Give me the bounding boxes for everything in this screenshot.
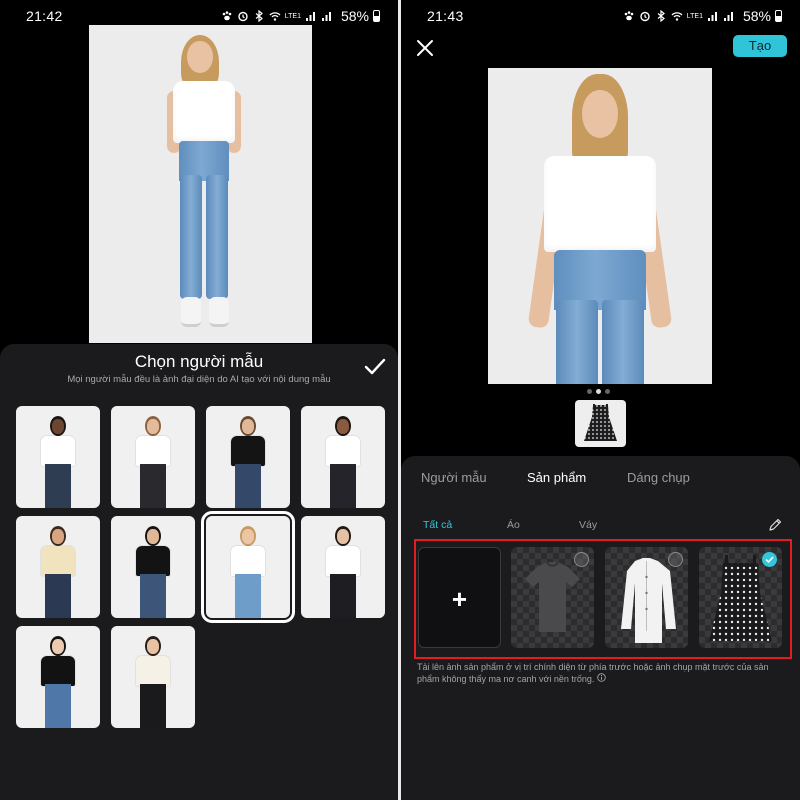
select-radio[interactable]	[574, 552, 589, 567]
tab-models[interactable]: Người mẫu	[421, 470, 487, 485]
tab-products[interactable]: Sản phẩm	[527, 470, 586, 485]
model-option-4[interactable]	[301, 406, 385, 508]
product-panel: Người mẫu Sản phẩm Dáng chụp Tất cả Áo V…	[401, 456, 800, 800]
close-icon[interactable]	[415, 38, 435, 58]
model-option-8[interactable]	[301, 516, 385, 618]
battery-percent: 58%	[742, 8, 771, 24]
signal-icon-2	[321, 12, 331, 21]
model-option-10[interactable]	[111, 626, 195, 728]
alarm-icon	[238, 11, 248, 22]
edit-icon[interactable]	[768, 518, 782, 532]
battery-percent: 58%	[340, 8, 369, 24]
status-icons: LTE1 58%	[221, 8, 380, 24]
model-picker-sheet: Chọn người mẫu Mọi người mẫu đều là ảnh …	[0, 344, 398, 800]
filter-bar: Tất cả Áo Váy	[401, 519, 800, 535]
model-option-2[interactable]	[111, 406, 195, 508]
carousel-dots	[587, 389, 610, 394]
selected-check-icon[interactable]	[762, 552, 777, 567]
paw-icon	[222, 11, 232, 21]
model-preview-image	[89, 25, 312, 343]
carousel-dot[interactable]	[596, 389, 601, 394]
status-time: 21:42	[26, 8, 63, 24]
battery-icon	[373, 10, 380, 22]
model-option-1[interactable]	[16, 406, 100, 508]
sheet-subtitle: Mọi người mẫu đều là ảnh đại diện do AI …	[67, 374, 331, 385]
wifi-icon	[269, 12, 281, 21]
result-preview-image	[488, 68, 712, 384]
model-option-5[interactable]	[16, 516, 100, 618]
plus-icon: +	[451, 584, 468, 614]
left-screen: 21:42 LTE1 58% Chọn người mẫu Mọi người …	[0, 0, 398, 800]
sheet-title: Chọn người mẫu	[134, 352, 264, 371]
battery-icon	[775, 10, 782, 22]
add-product-button[interactable]: +	[418, 547, 501, 648]
status-icons: LTE1 58%	[623, 8, 782, 24]
network-label: LTE1	[284, 12, 301, 20]
wifi-icon	[671, 12, 683, 21]
product-polka-dot-dress[interactable]	[699, 547, 782, 648]
right-screen: 21:43 LTE1 58% Tạo Người mẫu Sản phẩm Dá…	[401, 0, 800, 800]
paw-icon	[624, 11, 634, 21]
filter-dresses[interactable]: Váy	[579, 519, 597, 531]
upload-hint: Tải lên ảnh sản phẩm ở vị trí chính diện…	[417, 661, 789, 685]
tab-bar: Người mẫu Sản phẩm Dáng chụp	[401, 470, 800, 490]
network-label: LTE1	[686, 12, 703, 20]
bluetooth-icon	[657, 10, 665, 22]
info-icon[interactable]	[597, 673, 606, 682]
filter-tops[interactable]: Áo	[507, 519, 520, 531]
status-bar: 21:43 LTE1 58%	[401, 0, 800, 32]
select-radio[interactable]	[668, 552, 683, 567]
product-gray-tshirt[interactable]	[511, 547, 594, 648]
selected-product-thumbnail[interactable]	[575, 400, 626, 447]
model-option-3[interactable]	[206, 406, 290, 508]
carousel-dot[interactable]	[587, 389, 592, 394]
model-option-7[interactable]	[201, 511, 295, 623]
alarm-icon	[640, 11, 650, 22]
carousel-dot[interactable]	[605, 389, 610, 394]
signal-icon	[305, 12, 315, 21]
filter-all[interactable]: Tất cả	[423, 519, 452, 531]
tab-poses[interactable]: Dáng chụp	[627, 470, 690, 485]
bluetooth-icon	[255, 10, 263, 22]
signal-icon-2	[723, 12, 733, 21]
product-white-shirt[interactable]	[605, 547, 688, 648]
upload-hint-text: Tải lên ảnh sản phẩm ở vị trí chính diện…	[417, 662, 769, 684]
signal-icon	[707, 12, 717, 21]
model-option-9[interactable]	[16, 626, 100, 728]
model-option-6[interactable]	[111, 516, 195, 618]
status-time: 21:43	[427, 8, 464, 24]
confirm-check-icon[interactable]	[364, 358, 386, 376]
create-button[interactable]: Tạo	[733, 35, 787, 57]
